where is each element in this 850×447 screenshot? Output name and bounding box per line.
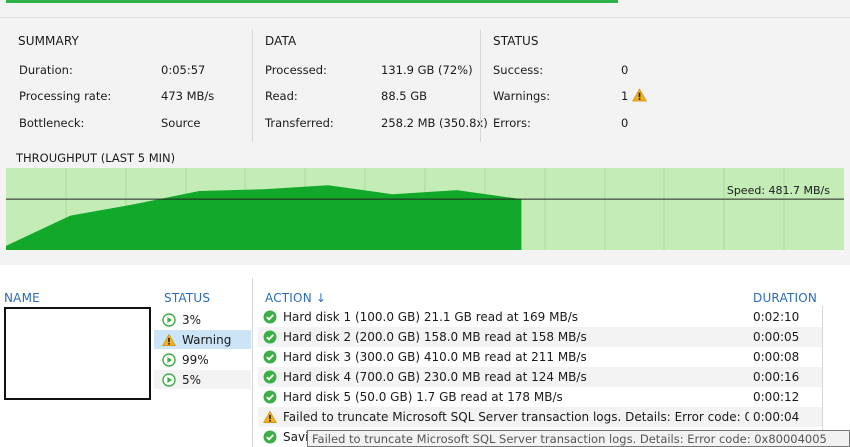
- speed-label: Speed: 481.7 MB/s: [726, 184, 830, 197]
- action-row-warning[interactable]: Failed to truncate Microsoft SQL Server …: [258, 407, 822, 427]
- action-text: Hard disk 1 (100.0 GB) 21.1 GB read at 1…: [283, 310, 579, 324]
- success-check-icon: [263, 310, 277, 324]
- success-check-icon: [263, 390, 277, 404]
- data-divider: [480, 30, 481, 142]
- duration-value: 0:05:57: [161, 63, 206, 77]
- action-text: Hard disk 2 (200.0 GB) 158.0 MB read at …: [283, 330, 587, 344]
- action-duration: 0:00:12: [753, 390, 800, 404]
- processing-rate-value: 473 MB/s: [161, 89, 215, 103]
- throughput-chart-svg: [6, 168, 844, 250]
- pane-divider[interactable]: [252, 278, 253, 447]
- summary-title: SUMMARY: [18, 34, 79, 48]
- warnings-label: Warnings:: [493, 89, 551, 103]
- action-row[interactable]: Hard disk 4 (700.0 GB) 230.0 MB read at …: [258, 367, 822, 387]
- success-check-icon: [263, 350, 277, 364]
- transferred-label: Transferred:: [265, 116, 334, 130]
- success-check-icon: [263, 430, 277, 444]
- object-status: 99%: [182, 352, 209, 367]
- read-label: Read:: [265, 89, 298, 103]
- running-icon: [162, 372, 176, 387]
- action-column-header[interactable]: ACTION ↓: [265, 291, 326, 305]
- action-duration: 0:00:05: [753, 330, 800, 344]
- data-title: DATA: [265, 34, 297, 48]
- bottleneck-value: Source: [161, 116, 201, 130]
- bottleneck-label: Bottleneck:: [19, 116, 85, 130]
- duration-column-header[interactable]: DURATION: [753, 291, 817, 305]
- action-row[interactable]: Hard disk 2 (200.0 GB) 158.0 MB read at …: [258, 327, 822, 347]
- object-status: 3%: [182, 312, 202, 327]
- action-duration: 0:00:04: [753, 410, 800, 424]
- processing-rate-label: Processing rate:: [19, 89, 112, 103]
- throughput-title: THROUGHPUT (LAST 5 MIN): [16, 151, 176, 165]
- object-row[interactable]: 5%: [154, 370, 251, 389]
- object-row[interactable]: 3%: [154, 310, 251, 329]
- action-row[interactable]: Hard disk 5 (50.0 GB) 1.7 GB read at 178…: [258, 387, 822, 407]
- error-tooltip: Failed to truncate Microsoft SQL Server …: [307, 430, 850, 447]
- success-label: Success:: [493, 63, 544, 77]
- action-column-label: ACTION: [265, 291, 312, 305]
- summary-divider: [252, 30, 253, 142]
- name-column-header[interactable]: NAME: [4, 291, 40, 305]
- success-check-icon: [263, 330, 277, 344]
- action-row[interactable]: Hard disk 1 (100.0 GB) 21.1 GB read at 1…: [258, 307, 822, 327]
- action-duration: 0:00:16: [753, 370, 800, 384]
- top-divider: [0, 17, 850, 18]
- success-value: 0: [621, 63, 629, 77]
- duration-label: Duration:: [19, 63, 73, 77]
- action-text: Hard disk 4 (700.0 GB) 230.0 MB read at …: [283, 370, 587, 384]
- errors-label: Errors:: [493, 116, 531, 130]
- action-text: Hard disk 3 (300.0 GB) 410.0 MB read at …: [283, 350, 587, 364]
- sort-arrow-icon: ↓: [315, 291, 327, 305]
- job-progress-bar: [6, 0, 618, 3]
- read-value: 88.5 GB: [381, 89, 428, 103]
- action-text: Hard disk 5 (50.0 GB) 1.7 GB read at 178…: [283, 390, 563, 404]
- warning-icon: [162, 333, 176, 346]
- object-status: Warning: [182, 332, 232, 347]
- object-row-selected[interactable]: Warning: [154, 330, 251, 349]
- running-icon: [162, 352, 176, 367]
- warning-icon: [632, 88, 647, 102]
- action-text: Failed to truncate Microsoft SQL Server …: [283, 410, 749, 424]
- transferred-value: 258.2 MB (350.8x): [381, 116, 488, 130]
- throughput-chart: [6, 168, 844, 250]
- action-duration: 0:02:10: [753, 310, 800, 324]
- scrollbar-divider: [822, 306, 823, 447]
- action-duration: 0:00:08: [753, 350, 800, 364]
- success-check-icon: [263, 370, 277, 384]
- running-icon: [162, 312, 176, 327]
- warnings-value: 1: [621, 89, 629, 103]
- status-title: STATUS: [493, 34, 539, 48]
- object-name-redacted: [4, 307, 151, 400]
- action-row[interactable]: Hard disk 3 (300.0 GB) 410.0 MB read at …: [258, 347, 822, 367]
- object-status: 5%: [182, 372, 202, 387]
- errors-value: 0: [621, 116, 629, 130]
- processed-label: Processed:: [265, 63, 327, 77]
- object-row[interactable]: 99%: [154, 350, 251, 369]
- warning-icon: [263, 410, 277, 423]
- status-column-header[interactable]: STATUS: [164, 291, 210, 305]
- processed-value: 131.9 GB (72%): [381, 63, 473, 77]
